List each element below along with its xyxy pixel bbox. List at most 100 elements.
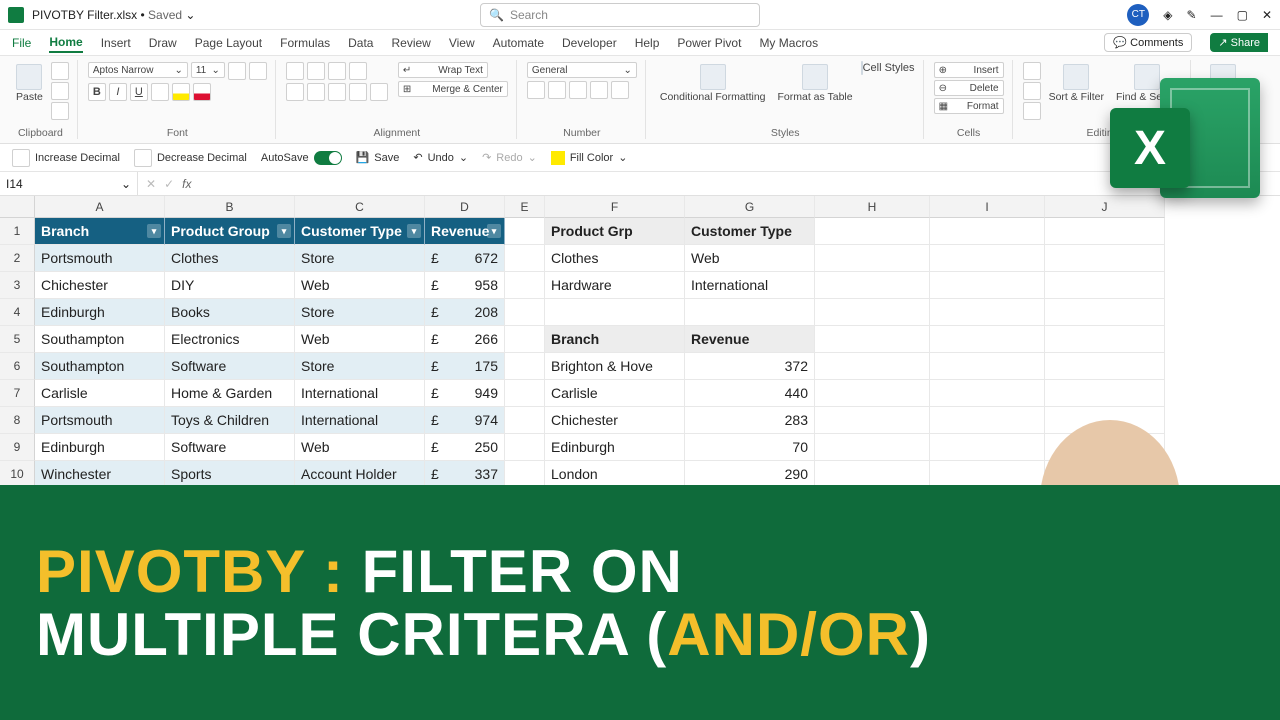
fill-color-button[interactable] [172,83,190,101]
fill-color-qat[interactable]: Fill Color ⌄ [551,151,628,165]
diamond-icon[interactable]: ◈ [1163,8,1172,22]
cut-button[interactable] [51,62,69,80]
cell[interactable]: Store [295,353,425,380]
table-header[interactable]: Branch▾ [35,218,165,245]
wrap-text-button[interactable]: ↵Wrap Text [398,62,488,78]
tab-power-pivot[interactable]: Power Pivot [677,34,741,52]
cell[interactable] [505,272,545,299]
filter-dropdown-icon[interactable]: ▾ [277,224,291,238]
cell[interactable] [815,461,930,488]
increase-decimal-qat[interactable]: Increase Decimal [12,149,120,167]
cell[interactable] [545,299,685,326]
cell[interactable]: Winchester [35,461,165,488]
align-bottom[interactable] [328,62,346,80]
cell[interactable]: Software [165,353,295,380]
table-header[interactable]: Customer Type▾ [295,218,425,245]
increase-font-button[interactable] [228,62,246,80]
cell[interactable]: £949 [425,380,505,407]
cell[interactable] [815,218,930,245]
sort-filter-button[interactable]: Sort & Filter [1045,62,1108,106]
cell[interactable]: Software [165,434,295,461]
cell[interactable]: Brighton & Hove [545,353,685,380]
cell[interactable]: 440 [685,380,815,407]
cell[interactable]: £250 [425,434,505,461]
cell[interactable]: Web [295,434,425,461]
percent-button[interactable] [548,81,566,99]
cell[interactable] [505,434,545,461]
cell[interactable] [505,326,545,353]
cell[interactable] [930,353,1045,380]
tab-developer[interactable]: Developer [562,34,617,52]
cell[interactable] [930,245,1045,272]
tab-review[interactable]: Review [391,34,430,52]
cell[interactable]: Account Holder [295,461,425,488]
cell[interactable]: Store [295,245,425,272]
filter-dropdown-icon[interactable]: ▾ [147,224,161,238]
cell[interactable] [505,245,545,272]
row-header-3[interactable]: 3 [0,272,35,299]
decrease-font-button[interactable] [249,62,267,80]
cell[interactable]: 283 [685,407,815,434]
font-color-button[interactable] [193,83,211,101]
cell[interactable]: Electronics [165,326,295,353]
cell[interactable]: £672 [425,245,505,272]
autosum-button[interactable] [1023,62,1041,80]
cell-styles-button[interactable]: Cell Styles [861,62,915,74]
save-qat[interactable]: 💾Save [356,151,400,164]
undo-qat[interactable]: ↶Undo ⌄ [413,151,468,164]
cell[interactable] [505,461,545,488]
cell[interactable] [930,218,1045,245]
cell[interactable]: Revenue [685,326,815,353]
cell[interactable]: International [295,380,425,407]
cell[interactable]: 290 [685,461,815,488]
cell[interactable] [815,299,930,326]
cell[interactable]: 372 [685,353,815,380]
cell[interactable]: Web [685,245,815,272]
align-middle[interactable] [307,62,325,80]
tab-view[interactable]: View [449,34,475,52]
cell[interactable] [1045,272,1165,299]
underline-button[interactable]: U [130,83,148,101]
cell[interactable]: Southampton [35,353,165,380]
indent-inc[interactable] [370,83,388,101]
cell[interactable] [1045,245,1165,272]
row-header-7[interactable]: 7 [0,380,35,407]
row-header-1[interactable]: 1 [0,218,35,245]
comments-button[interactable]: 💬 Comments [1104,33,1192,52]
col-header-E[interactable]: E [505,196,545,218]
cell[interactable]: £958 [425,272,505,299]
fill-button[interactable] [1023,82,1041,100]
cell[interactable] [505,407,545,434]
cell[interactable]: Carlisle [35,380,165,407]
tab-formulas[interactable]: Formulas [280,34,330,52]
cell[interactable] [815,272,930,299]
col-header-F[interactable]: F [545,196,685,218]
enter-icon[interactable]: ✓ [164,177,174,191]
table-header[interactable]: Product Group▾ [165,218,295,245]
format-cells-button[interactable]: ▦Format [934,98,1004,114]
col-header-B[interactable]: B [165,196,295,218]
italic-button[interactable]: I [109,83,127,101]
cell[interactable]: Sports [165,461,295,488]
cell[interactable]: Edinburgh [545,434,685,461]
cell[interactable]: Books [165,299,295,326]
cell[interactable]: Portsmouth [35,245,165,272]
number-format-select[interactable]: General⌄ [527,62,637,78]
cell[interactable]: Edinburgh [35,434,165,461]
filter-dropdown-icon[interactable]: ▾ [487,224,501,238]
redo-qat[interactable]: ↷Redo ⌄ [482,151,537,164]
cell[interactable] [1045,299,1165,326]
cell[interactable] [1045,326,1165,353]
cell[interactable] [815,245,930,272]
format-as-table-button[interactable]: Format as Table [774,62,857,106]
col-header-A[interactable]: A [35,196,165,218]
tab-my-macros[interactable]: My Macros [759,34,818,52]
paste-button[interactable]: Paste [12,62,47,106]
cell[interactable]: Store [295,299,425,326]
col-header-D[interactable]: D [425,196,505,218]
tab-draw[interactable]: Draw [149,34,177,52]
copy-button[interactable] [51,82,69,100]
cell[interactable]: 70 [685,434,815,461]
filter-dropdown-icon[interactable]: ▾ [407,224,421,238]
col-header-I[interactable]: I [930,196,1045,218]
